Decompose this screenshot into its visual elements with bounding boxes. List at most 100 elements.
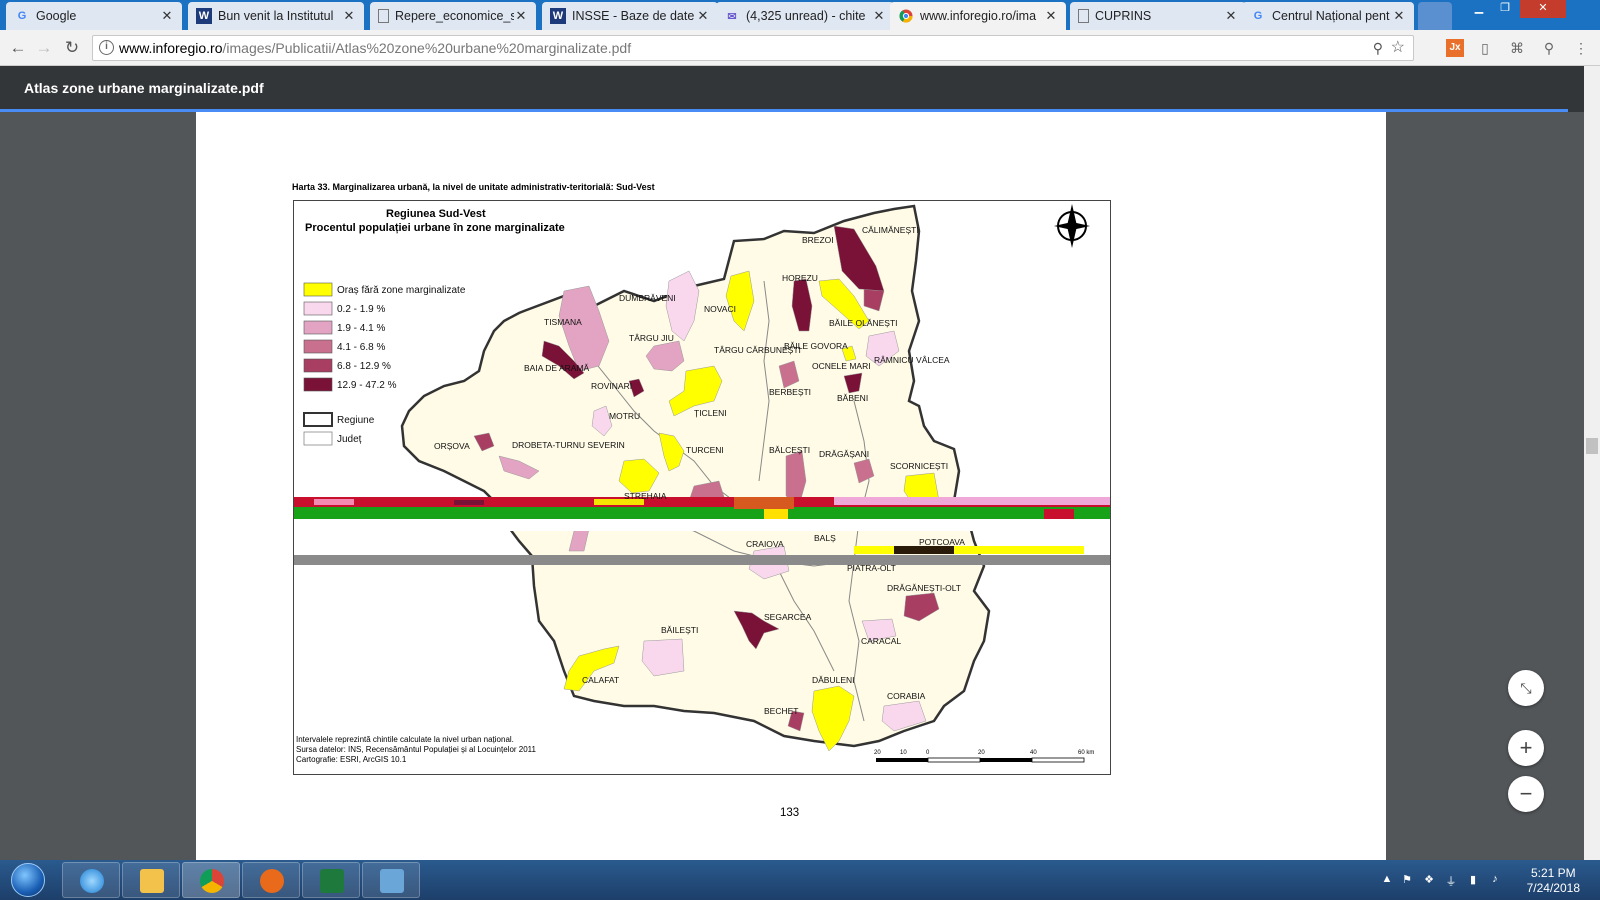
label-piatra-olt: PIATRA-OLT [847, 563, 896, 573]
ins-logo-icon: W [196, 8, 212, 24]
action-center-flag-icon[interactable]: ⚑ [1400, 873, 1414, 887]
close-icon[interactable]: ✕ [160, 8, 174, 24]
label-novaci: NOVACI [704, 304, 736, 314]
show-hidden-icons-icon[interactable]: ▲ [1380, 873, 1394, 887]
svg-text:6.8 - 12.9 %: 6.8 - 12.9 % [337, 361, 391, 372]
minimize-icon[interactable]: ▁ [1466, 0, 1492, 18]
media-player-icon [260, 869, 284, 893]
label-scornicesti: SCORNICEȘTI [890, 461, 948, 471]
tab-insse[interactable]: W INSSE - Baze de date ✕ [542, 2, 718, 30]
label-caracal: CARACAL [861, 636, 901, 646]
tab-repere[interactable]: Repere_economice_si ✕ [370, 2, 536, 30]
tab-cuprins[interactable]: CUPRINS ✕ [1070, 2, 1246, 30]
label-bailesti: BĂILEȘTI [661, 625, 698, 635]
svg-text:60 km: 60 km [1078, 750, 1094, 756]
pdf-page: Harta 33. Marginalizarea urbană, la nive… [196, 112, 1386, 860]
volume-icon[interactable]: ♪ [1488, 873, 1502, 887]
zoom-in-button[interactable]: + [1508, 730, 1544, 766]
bookmark-star-icon[interactable]: ☆ [1391, 36, 1405, 60]
svg-text:10: 10 [900, 750, 907, 756]
taskbar-chrome[interactable] [182, 862, 240, 898]
scrollbar-thumb[interactable] [1586, 438, 1598, 454]
svg-text:12.9 - 47.2 %: 12.9 - 47.2 % [337, 380, 397, 391]
close-window-icon[interactable]: ✕ [1520, 0, 1566, 18]
menu-kebab-icon[interactable]: ⋮ [1572, 39, 1590, 57]
label-baile-olanesti: BĂILE OLĂNEȘTI [829, 318, 898, 328]
label-tismana: TISMANA [544, 317, 582, 327]
label-strehaia: STREHAIA [624, 491, 667, 501]
close-icon[interactable]: ✕ [1044, 8, 1058, 24]
label-corabia: CORABIA [887, 691, 926, 701]
label-targu-carbunesti: TÂRGU CĂRBUNEȘTI [714, 345, 801, 355]
document-icon [1078, 9, 1089, 23]
tab-inforegio-pdf[interactable]: www.inforegio.ro/ima ✕ [890, 2, 1066, 30]
taskbar-internet-explorer[interactable] [62, 862, 120, 898]
restore-icon[interactable]: ❐ [1492, 0, 1518, 18]
google-g-icon: G [1253, 10, 1263, 22]
forward-arrow-icon[interactable]: → [34, 38, 54, 58]
extension-page-icon[interactable]: ▯ [1476, 39, 1494, 57]
clock-date: 7/24/2018 [1526, 881, 1580, 895]
label-segarcea: SEGARCEA [764, 612, 812, 622]
close-icon[interactable]: ✕ [514, 8, 528, 24]
taskbar-explorer[interactable] [122, 862, 180, 898]
svg-text:Județ: Județ [337, 434, 362, 445]
label-craiova: CRAIOVA [746, 539, 784, 549]
url-field[interactable]: i www.inforegio.ro/images/Publicatii/Atl… [92, 35, 1414, 61]
vertical-scrollbar[interactable] [1584, 66, 1600, 860]
taskbar-media-player[interactable] [242, 862, 300, 898]
dropbox-icon[interactable]: ❖ [1422, 873, 1436, 887]
zoom-out-button[interactable]: − [1508, 776, 1544, 812]
label-calafat: CALAFAT [582, 675, 619, 685]
close-icon[interactable]: ✕ [696, 8, 710, 24]
zoom-magnifier-icon[interactable]: ⚲ [1373, 36, 1383, 60]
reload-icon[interactable]: ↻ [62, 38, 82, 58]
svg-text:20: 20 [978, 750, 985, 756]
tab-centrul[interactable]: G Centrul Național pent ✕ [1242, 2, 1414, 30]
document-icon [378, 9, 389, 23]
label-orsova: ORȘOVA [434, 441, 470, 451]
chrome-icon [200, 869, 224, 893]
fit-page-icon[interactable]: ⤡ [1508, 670, 1544, 706]
chrome-pdf-icon [898, 8, 914, 24]
taskbar-photo-viewer[interactable] [362, 862, 420, 898]
new-tab-button[interactable] [1418, 2, 1452, 30]
image-viewer-icon [380, 869, 404, 893]
label-bals: BALȘ [814, 533, 836, 543]
url-host: www.inforegio.ro [119, 40, 223, 56]
clock-time: 5:21 PM [1530, 866, 1576, 880]
info-icon[interactable]: i [99, 40, 114, 55]
address-bar-row: ← → ↻ i www.inforegio.ro/images/Publicat… [0, 30, 1600, 66]
label-dumbraveni: DUMBRĂVENI [619, 293, 676, 303]
back-arrow-icon[interactable]: ← [8, 38, 28, 58]
tab-google[interactable]: G Google ✕ [6, 2, 182, 30]
pdf-viewer[interactable]: Harta 33. Marginalizarea urbană, la nive… [0, 112, 1584, 860]
svg-text:Regiune: Regiune [337, 415, 375, 426]
extension-jx-icon[interactable]: Jx [1446, 39, 1464, 57]
taskbar-excel[interactable] [302, 862, 360, 898]
power-plug-icon[interactable]: ⏚ [1444, 873, 1458, 888]
label-babeni: BĂBENI [837, 393, 868, 403]
clock[interactable]: 5:21 PM 7/24/2018 [1527, 866, 1580, 896]
tab-mail[interactable]: ✉ (4,325 unread) - chite ✕ [716, 2, 894, 30]
label-dabuleni: DĂBULENI [812, 675, 855, 685]
svg-text:20: 20 [874, 750, 881, 756]
close-icon[interactable]: ✕ [1224, 8, 1238, 24]
close-icon[interactable]: ✕ [872, 8, 886, 24]
label-ramnicu-valcea: RÂMNICU VÂLCEA [874, 355, 950, 365]
label-drobeta-turnu-severin: DROBETA-TURNU SEVERIN [512, 440, 625, 450]
start-button[interactable] [4, 860, 50, 900]
tab-ins[interactable]: W Bun venit la Institutul ✕ [188, 2, 364, 30]
google-g-icon: G [17, 10, 27, 22]
extension-gamepad-icon[interactable]: ⌘ [1508, 39, 1526, 57]
svg-text:4.1 - 6.8 %: 4.1 - 6.8 % [337, 342, 385, 353]
system-tray: ▲ ⚑ ❖ ⏚ ▮ ♪ 5:21 PM 7/24/2018 [1370, 860, 1600, 900]
close-icon[interactable]: ✕ [342, 8, 356, 24]
svg-text:1.9 - 4.1 %: 1.9 - 4.1 % [337, 323, 385, 334]
extension-search-icon[interactable]: ⚲ [1540, 39, 1558, 57]
region-map: BREZOI CĂLIMĂNEȘTI HOREZU BĂILE OLĂNEȘTI… [294, 204, 1110, 764]
label-rovinari: ROVINARI [591, 381, 632, 391]
label-turceni: TURCENI [686, 445, 724, 455]
network-signal-icon[interactable]: ▮ [1466, 873, 1480, 887]
close-icon[interactable]: ✕ [1392, 8, 1406, 24]
